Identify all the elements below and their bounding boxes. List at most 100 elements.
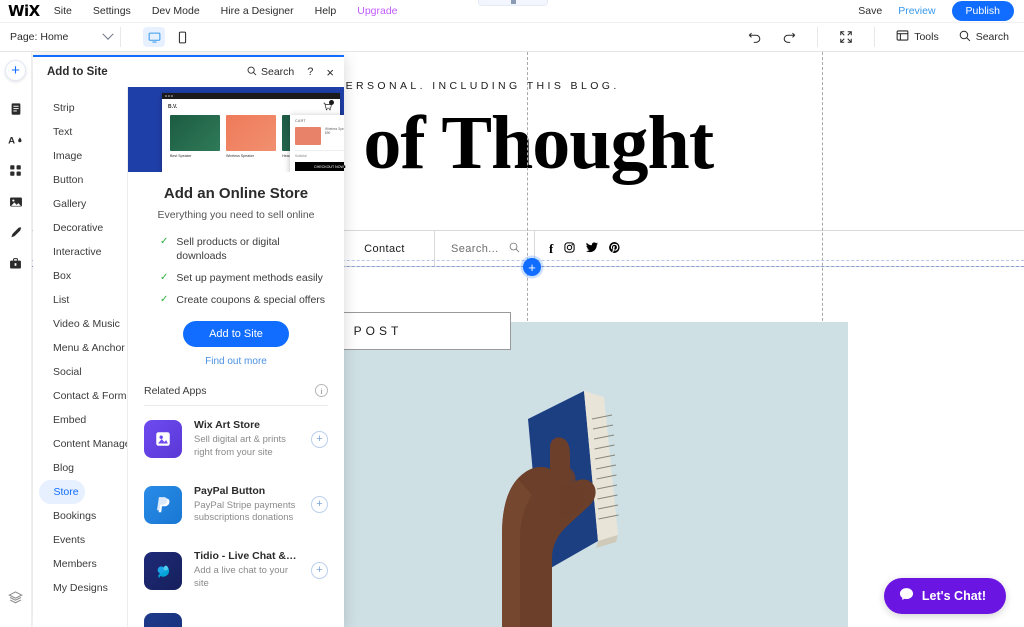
left-tool-rail: + A [0,52,32,627]
hand-holding-book-illustration [466,327,696,627]
page-selector[interactable]: Page: Home [0,28,115,43]
publish-button[interactable]: Publish [951,1,1014,21]
tools-button[interactable]: Tools [889,26,946,48]
category-item-social[interactable]: Social [39,360,121,384]
category-item-list[interactable]: List [39,288,121,312]
add-section-button[interactable]: + [523,258,541,276]
store-offer: Add an Online Store Everything you need … [128,172,344,367]
tidio-icon [144,551,182,590]
category-item-bookings[interactable]: Bookings [39,504,121,528]
pinterest-icon[interactable] [609,241,620,256]
check-icon: ✓ [160,236,169,247]
category-item-text[interactable]: Text [39,120,121,144]
mockup-logo: B.V. [168,104,178,110]
featured-post-image[interactable] [296,322,848,627]
info-icon[interactable]: i [315,384,328,397]
category-item-store[interactable]: Store [39,480,85,504]
zoom-out-icon[interactable] [832,27,860,47]
mockup-product-card: Best Speaker [170,115,220,158]
add-app-button[interactable]: + [311,430,328,448]
menu-item-site[interactable]: Site [54,5,72,17]
related-app-row[interactable]: Tidio - Live Chat & Ch… Add a live chat … [128,537,344,603]
preview-button[interactable]: Preview [898,5,935,17]
instagram-icon[interactable] [564,241,575,256]
category-item-members[interactable]: Members [39,552,121,576]
category-item-contact-forms[interactable]: Contact & Forms [39,384,127,408]
menu-item-help[interactable]: Help [315,5,337,17]
desktop-view-button[interactable] [143,27,166,47]
add-app-button[interactable]: + [311,496,328,514]
search-icon [247,66,257,79]
panel-help-button[interactable]: ? [307,66,313,78]
svg-text:A: A [8,135,15,146]
undo-icon[interactable] [741,27,769,47]
category-item-embed[interactable]: Embed [39,408,121,432]
category-item-button[interactable]: Button [39,168,121,192]
page-value: Home [40,31,69,43]
chevron-down-icon [102,28,115,40]
product-caption: Wireless Speaker [226,153,255,158]
category-item-interactive[interactable]: Interactive [39,240,121,264]
toolbar-actions: Tools Search [741,26,1024,48]
category-item-video-music[interactable]: Video & Music [39,312,121,336]
menu-item-dev-mode[interactable]: Dev Mode [152,5,200,17]
save-button[interactable]: Save [858,5,882,17]
category-item-image[interactable]: Image [39,144,121,168]
wix-logo[interactable]: WiX [0,3,54,19]
pages-icon[interactable] [0,93,32,124]
offer-bullets: ✓ Sell products or digital downloads ✓ S… [160,235,326,307]
category-item-strip[interactable]: Strip [39,96,121,120]
twitter-icon[interactable] [586,241,599,256]
related-app-meta: PayPal Button PayPal Stripe payments sub… [194,485,299,526]
related-app-row[interactable]: PayPal Button PayPal Stripe payments sub… [128,472,344,538]
media-image-icon[interactable] [0,186,32,217]
cart-subtotal-row: Subtotal $90.00 [295,154,344,158]
related-app-name: Wix Art Store [194,419,261,431]
blog-pen-icon[interactable] [0,217,32,248]
menu-item-hire-a-designer[interactable]: Hire a Designer [221,5,294,17]
cart-icon [323,100,334,113]
panel-search-label: Search [261,66,295,78]
mobile-view-button[interactable] [171,27,193,47]
add-elements-button[interactable]: + [5,60,26,81]
category-item-blog[interactable]: Blog [39,456,121,480]
related-app-meta: Tidio - Live Chat & Ch… Add a live chat … [194,550,299,591]
category-item-menu-anchor[interactable]: Menu & Anchor [39,336,125,360]
editor-search-button[interactable]: Search [952,27,1016,48]
category-item-box[interactable]: Box [39,264,121,288]
facebook-icon[interactable]: f [549,241,553,257]
menu-item-upgrade[interactable]: Upgrade [357,5,397,17]
cart-checkout-button[interactable]: CHECKOUT NOW [295,162,344,171]
add-to-site-button[interactable]: Add to Site [183,321,289,347]
category-item-my-designs[interactable]: My Designs [39,576,121,600]
layers-icon[interactable] [0,582,32,613]
chat-bubble-icon [899,587,914,605]
redo-icon[interactable] [775,27,803,47]
design-theme-icon[interactable]: A [0,124,32,155]
cart-line-item: Wireless Speaker $90 [295,127,344,145]
category-item-events[interactable]: Events [39,528,121,552]
add-app-button[interactable]: + [311,562,328,580]
category-item-decorative[interactable]: Decorative [39,216,121,240]
related-app-row[interactable]: Wix Site Search [128,603,344,627]
find-out-more-link[interactable]: Find out more [146,356,326,367]
offer-bullet: ✓ Create coupons & special offers [160,293,326,307]
paypal-icon [144,485,182,524]
tools-icon [896,29,909,45]
category-item-content-manager[interactable]: Content Manager [39,432,127,456]
lets-chat-label: Let's Chat! [921,589,986,603]
site-search-placeholder: Search... [451,242,499,255]
cart-item-price: $90 [325,131,331,136]
business-tools-icon[interactable] [0,248,32,279]
top-center-widget[interactable] [478,0,548,6]
related-app-row[interactable]: Wix Art Store Sell digital art & prints … [128,406,344,472]
panel-search-button[interactable]: Search [247,66,294,79]
close-icon[interactable]: × [326,66,334,79]
cart-item-thumb [295,127,321,145]
related-app-desc: Add a live chat to your site [194,565,288,590]
lets-chat-button[interactable]: Let's Chat! [883,578,1006,614]
panel-body: Strip Text Image Button Gallery Decorati… [33,87,344,627]
category-item-gallery[interactable]: Gallery [39,192,121,216]
menu-item-settings[interactable]: Settings [93,5,131,17]
apps-grid-icon[interactable] [0,155,32,186]
